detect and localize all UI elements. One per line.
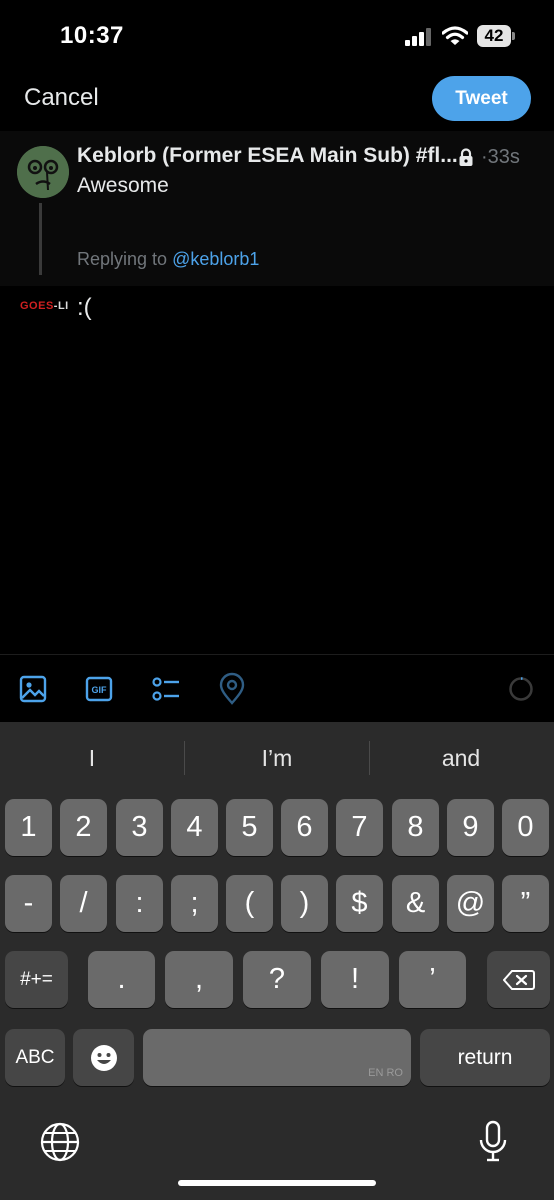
globe-icon[interactable] xyxy=(40,1122,80,1162)
abc-key[interactable]: ABC xyxy=(5,1029,65,1086)
key-semicolon[interactable]: ; xyxy=(171,875,218,932)
key-question[interactable]: ? xyxy=(243,951,311,1008)
key-period[interactable]: . xyxy=(88,951,155,1008)
compose-input[interactable]: :( xyxy=(77,294,92,322)
replied-tweet-text: Awesome xyxy=(77,174,169,197)
gif-label: GIF xyxy=(92,685,108,695)
replied-author-avatar[interactable] xyxy=(17,146,69,198)
backspace-key[interactable] xyxy=(487,951,550,1008)
key-4[interactable]: 4 xyxy=(171,799,218,856)
wifi-icon xyxy=(442,26,468,45)
key-colon[interactable]: : xyxy=(116,875,163,932)
cancel-button[interactable]: Cancel xyxy=(24,84,99,112)
battery-nub xyxy=(512,32,515,40)
key-exclamation[interactable]: ! xyxy=(321,951,389,1008)
key-open-paren[interactable]: ( xyxy=(226,875,273,932)
replying-handle-link[interactable]: @keblorb1 xyxy=(172,249,259,269)
space-key[interactable]: EN RO xyxy=(143,1029,411,1086)
key-3[interactable]: 3 xyxy=(116,799,163,856)
poll-icon[interactable] xyxy=(148,672,182,706)
key-2[interactable]: 2 xyxy=(60,799,107,856)
tweet-time-value: 33s xyxy=(487,146,520,168)
toolbar-divider xyxy=(0,654,554,655)
key-5[interactable]: 5 xyxy=(226,799,273,856)
key-dollar[interactable]: $ xyxy=(336,875,383,932)
tweet-timestamp: ·33s xyxy=(481,146,520,168)
tweet-button[interactable]: Tweet xyxy=(432,76,531,121)
key-1[interactable]: 1 xyxy=(5,799,52,856)
key-8[interactable]: 8 xyxy=(392,799,439,856)
gif-icon[interactable]: GIF xyxy=(82,672,116,706)
battery-indicator: 42 xyxy=(477,25,517,47)
suggestion-2[interactable]: I’m xyxy=(202,745,352,772)
home-indicator xyxy=(178,1180,376,1186)
lock-icon xyxy=(459,148,473,166)
my-avatar-text: GOES xyxy=(20,300,54,312)
replying-prefix: Replying to xyxy=(77,249,168,269)
key-6[interactable]: 6 xyxy=(281,799,328,856)
suggestion-divider xyxy=(184,741,185,775)
key-comma[interactable]: , xyxy=(165,951,233,1008)
key-quote[interactable]: ” xyxy=(502,875,549,932)
emoji-key[interactable] xyxy=(73,1029,134,1086)
avatar-face-icon xyxy=(17,146,69,198)
key-close-paren[interactable]: ) xyxy=(281,875,328,932)
my-avatar-suffix: -LI xyxy=(53,300,69,312)
suggestion-1[interactable]: I xyxy=(17,745,167,772)
key-0[interactable]: 0 xyxy=(502,799,549,856)
emoji-icon xyxy=(90,1045,117,1072)
microphone-icon[interactable] xyxy=(478,1120,508,1164)
space-language-hint: EN RO xyxy=(368,1067,403,1079)
suggestion-3[interactable]: and xyxy=(386,745,536,772)
replied-author-name[interactable]: Keblorb (Former ESEA Main Sub) #fl... xyxy=(77,144,458,168)
return-key[interactable]: return xyxy=(420,1029,550,1086)
character-count-ring xyxy=(509,677,533,701)
key-7[interactable]: 7 xyxy=(336,799,383,856)
key-hyphen[interactable]: - xyxy=(5,875,52,932)
key-ampersand[interactable]: & xyxy=(392,875,439,932)
replying-to-line: Replying to @keblorb1 xyxy=(77,249,259,270)
location-icon[interactable] xyxy=(215,672,249,706)
key-apostrophe[interactable]: ’ xyxy=(399,951,466,1008)
my-avatar[interactable]: GOES-LI xyxy=(20,300,69,312)
thread-line xyxy=(39,203,42,275)
backspace-icon xyxy=(502,970,535,991)
key-9[interactable]: 9 xyxy=(447,799,494,856)
battery-level: 42 xyxy=(477,25,511,47)
symbols-toggle-key[interactable]: #+= xyxy=(5,951,68,1008)
key-slash[interactable]: / xyxy=(60,875,107,932)
key-at[interactable]: @ xyxy=(447,875,494,932)
cellular-signal-icon xyxy=(405,28,431,46)
status-time: 10:37 xyxy=(60,22,124,49)
suggestion-divider xyxy=(369,741,370,775)
image-icon[interactable] xyxy=(16,672,50,706)
